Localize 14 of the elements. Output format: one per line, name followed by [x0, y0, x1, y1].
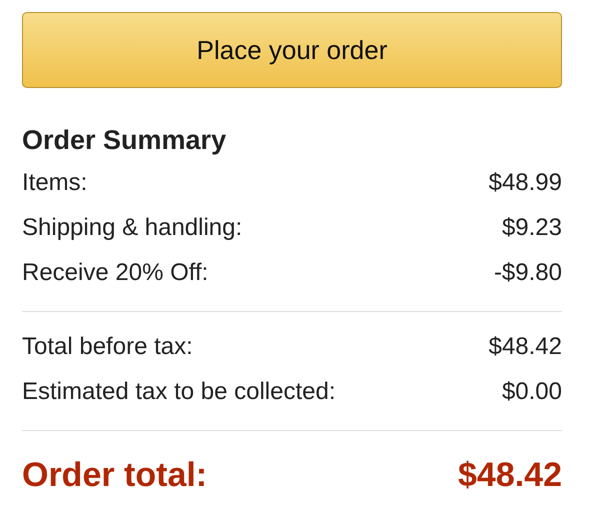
- line-item-amount: $48.99: [488, 168, 562, 198]
- line-item-amount: $0.00: [502, 377, 562, 407]
- line-item-label: Items:: [22, 168, 88, 198]
- order-total-amount: $48.42: [458, 455, 562, 495]
- place-order-button[interactable]: Place your order: [22, 12, 562, 88]
- line-item-label: Receive 20% Off:: [22, 258, 208, 288]
- line-item-label: Total before tax:: [22, 332, 193, 362]
- line-item-amount: $9.23: [502, 213, 562, 243]
- summary-title: Order Summary: [22, 124, 228, 156]
- line-item-amount: $48.42: [488, 332, 562, 362]
- line-item-label: Estimated tax to be collected:: [22, 377, 336, 407]
- line-item-label: Shipping & handling:: [22, 213, 242, 243]
- order-total-label: Order total:: [22, 455, 208, 495]
- line-item-amount: -$9.80: [494, 258, 562, 288]
